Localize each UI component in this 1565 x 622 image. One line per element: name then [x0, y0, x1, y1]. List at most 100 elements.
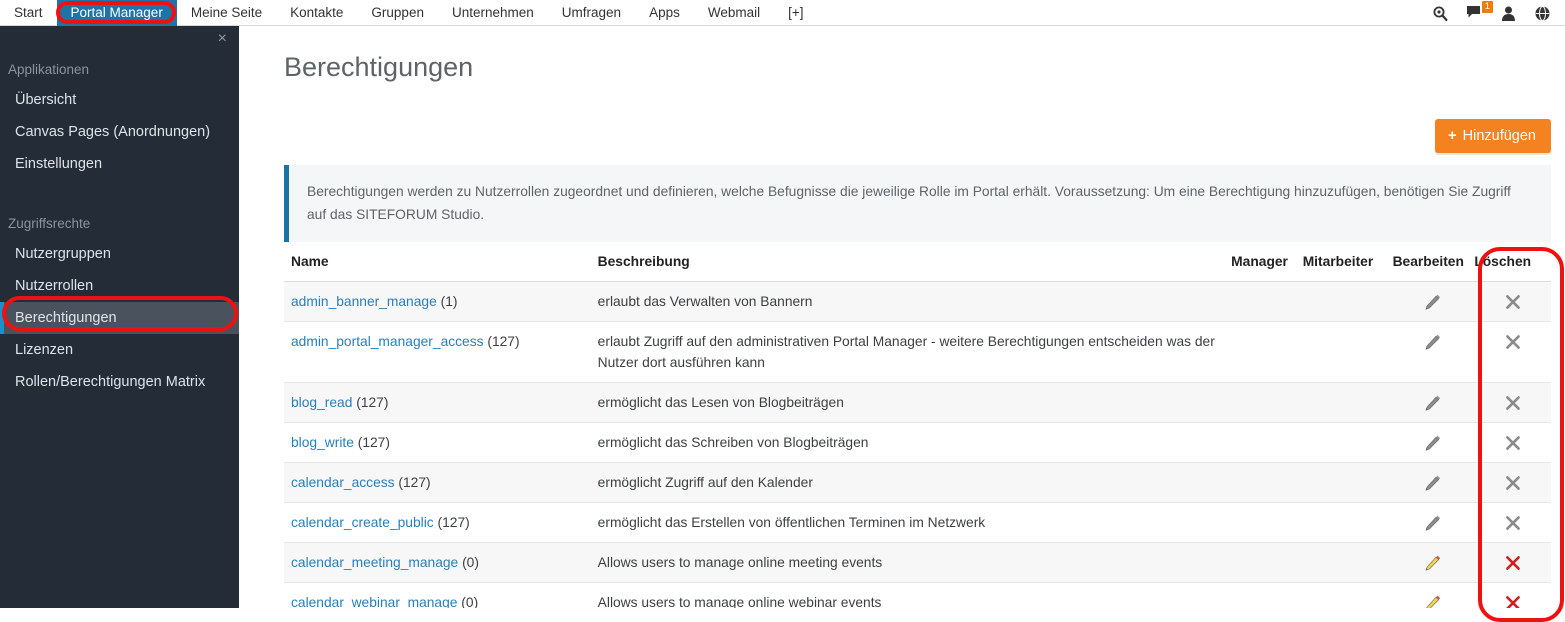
- close-x-icon[interactable]: [1505, 334, 1521, 349]
- pencil-icon[interactable]: [1424, 515, 1442, 530]
- pencil-icon[interactable]: [1424, 334, 1442, 349]
- cell-edit: [1393, 463, 1475, 503]
- column-header-bearbeiten[interactable]: Bearbeiten: [1393, 250, 1475, 282]
- close-x-icon[interactable]: [1505, 395, 1521, 410]
- close-x-icon[interactable]: [1505, 515, 1521, 530]
- cell-permission-name: calendar_meeting_manage (0): [284, 543, 598, 583]
- permission-count: (127): [487, 334, 519, 349]
- cell-delete: [1474, 322, 1551, 383]
- close-icon[interactable]: ×: [218, 31, 227, 47]
- sidebar-item-bersicht[interactable]: Übersicht: [0, 84, 239, 116]
- column-header-loeschen[interactable]: Löschen: [1474, 250, 1551, 282]
- permission-link[interactable]: blog_write: [291, 435, 354, 450]
- cell-manager: [1231, 583, 1303, 609]
- permission-count: (127): [358, 435, 390, 450]
- nav-item-unternehmen[interactable]: Unternehmen: [438, 0, 548, 26]
- cell-manager: [1231, 503, 1303, 543]
- globe-icon[interactable]: [1534, 5, 1551, 22]
- sidebar-item-nutzerrollen[interactable]: Nutzerrollen: [0, 270, 239, 302]
- nav-item-kontakte[interactable]: Kontakte: [276, 0, 357, 26]
- table-row: admin_portal_manager_access (127)erlaubt…: [284, 322, 1551, 383]
- sidebar-groups: Applikationen ÜbersichtCanvas Pages (Anor…: [0, 62, 239, 398]
- sidebar-group-title-applikationen: Applikationen: [0, 62, 239, 77]
- close-x-icon[interactable]: [1505, 475, 1521, 490]
- plus-icon: +: [1448, 127, 1457, 144]
- cell-permission-name: admin_portal_manager_access (127): [284, 322, 598, 383]
- messages-icon[interactable]: 1: [1466, 5, 1483, 22]
- close-x-icon[interactable]: [1505, 555, 1521, 570]
- cell-manager: [1231, 543, 1303, 583]
- cell-edit: [1393, 503, 1475, 543]
- pencil-icon[interactable]: [1424, 555, 1442, 570]
- nav-item-umfragen[interactable]: Umfragen: [548, 0, 635, 26]
- permissions-table: Name Beschreibung Manager Mitarbeiter Be…: [284, 250, 1551, 608]
- nav-item-start[interactable]: Start: [0, 0, 57, 26]
- info-box: Berechtigungen werden zu Nutzerrollen zu…: [284, 165, 1551, 242]
- permission-count: (127): [438, 515, 470, 530]
- user-icon[interactable]: [1500, 5, 1517, 22]
- pencil-icon[interactable]: [1424, 595, 1442, 608]
- cell-mitarbeiter: [1303, 322, 1393, 383]
- cell-delete: [1474, 383, 1551, 423]
- nav-item-gruppen[interactable]: Gruppen: [357, 0, 438, 26]
- sidebar-item-lizenzen[interactable]: Lizenzen: [0, 334, 239, 366]
- table-body: admin_banner_manage (1)erlaubt das Verwa…: [284, 282, 1551, 609]
- cell-description: ermöglicht das Erstellen von öffentliche…: [598, 503, 1232, 543]
- table-row: blog_read (127)ermöglicht das Lesen von …: [284, 383, 1551, 423]
- cell-delete: [1474, 282, 1551, 322]
- top-navigation-bar: StartPortal ManagerMeine SeiteKontakteGr…: [0, 0, 1565, 26]
- column-header-mitarbeiter[interactable]: Mitarbeiter: [1303, 250, 1393, 282]
- permission-link[interactable]: calendar_webinar_manage: [291, 595, 457, 608]
- permission-count: (1): [441, 294, 458, 309]
- permission-count: (127): [356, 395, 388, 410]
- cell-edit: [1393, 583, 1475, 609]
- nav-item-apps[interactable]: Apps: [635, 0, 694, 26]
- cell-delete: [1474, 503, 1551, 543]
- permission-link[interactable]: blog_read: [291, 395, 352, 410]
- close-x-icon[interactable]: [1505, 294, 1521, 309]
- nav-item-webmail[interactable]: Webmail: [694, 0, 774, 26]
- messages-badge: 1: [1482, 1, 1493, 13]
- sidebar-item-nutzergruppen[interactable]: Nutzergruppen: [0, 238, 239, 270]
- table-row: calendar_meeting_manage (0)Allows users …: [284, 543, 1551, 583]
- cell-edit: [1393, 322, 1475, 383]
- permission-link[interactable]: calendar_create_public: [291, 515, 434, 530]
- cell-delete: [1474, 583, 1551, 609]
- sidebar-item-canvas-pages-anordnungen[interactable]: Canvas Pages (Anordnungen): [0, 116, 239, 148]
- cell-description: erlaubt Zugriff auf den administrativen …: [598, 322, 1232, 383]
- pencil-icon[interactable]: [1424, 435, 1442, 450]
- close-x-icon[interactable]: [1505, 435, 1521, 450]
- cell-permission-name: blog_read (127): [284, 383, 598, 423]
- cell-description: ermöglicht das Schreiben von Blogbeiträg…: [598, 423, 1232, 463]
- cell-description: Allows users to manage online webinar ev…: [598, 583, 1232, 609]
- sidebar-item-rollen-berechtigungen-matrix[interactable]: Rollen/Berechtigungen Matrix: [0, 366, 239, 398]
- table-row: calendar_create_public (127) ermöglicht d…: [284, 503, 1551, 543]
- nav-item-[interactable]: [+]: [774, 0, 817, 26]
- cell-permission-name: blog_write (127): [284, 423, 598, 463]
- pencil-icon[interactable]: [1424, 475, 1442, 490]
- cell-delete: [1474, 423, 1551, 463]
- permission-link[interactable]: calendar_access: [291, 475, 395, 490]
- nav-item-meine-seite[interactable]: Meine Seite: [177, 0, 276, 26]
- permission-count: (127): [398, 475, 430, 490]
- sidebar-item-berechtigungen[interactable]: Berechtigungen: [0, 302, 239, 334]
- permission-link[interactable]: calendar_meeting_manage: [291, 555, 458, 570]
- pencil-icon[interactable]: [1424, 294, 1442, 309]
- cell-mitarbeiter: [1303, 423, 1393, 463]
- pencil-icon[interactable]: [1424, 395, 1442, 410]
- sidebar-item-einstellungen[interactable]: Einstellungen: [0, 148, 239, 180]
- add-permission-button[interactable]: +Hinzufügen: [1435, 119, 1551, 153]
- close-x-icon[interactable]: [1505, 595, 1521, 608]
- search-icon[interactable]: [1432, 5, 1449, 22]
- column-header-description[interactable]: Beschreibung: [598, 250, 1232, 282]
- table-header: Name Beschreibung Manager Mitarbeiter Be…: [284, 250, 1551, 282]
- nav-item-portal-manager[interactable]: Portal Manager: [57, 0, 177, 26]
- permission-count: (0): [462, 555, 479, 570]
- permission-link[interactable]: admin_portal_manager_access: [291, 334, 484, 349]
- permission-link[interactable]: admin_banner_manage: [291, 294, 437, 309]
- column-header-name[interactable]: Name: [284, 250, 598, 282]
- column-header-manager[interactable]: Manager: [1231, 250, 1303, 282]
- cell-mitarbeiter: [1303, 583, 1393, 609]
- cell-permission-name: admin_banner_manage (1): [284, 282, 598, 322]
- top-nav-items: StartPortal ManagerMeine SeiteKontakteGr…: [0, 0, 818, 26]
